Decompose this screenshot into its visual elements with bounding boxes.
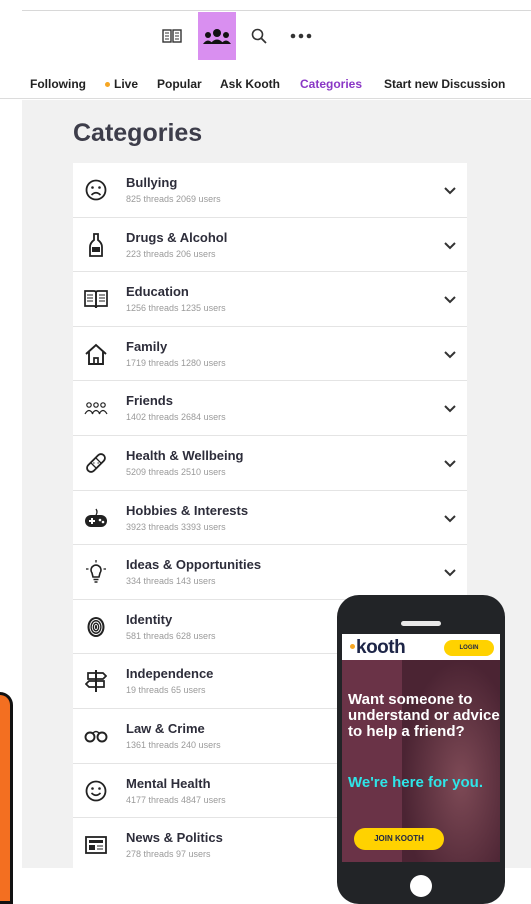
category-stats: 19 threads 65 users	[126, 685, 206, 696]
community-icon	[203, 29, 231, 44]
category-name: Family	[126, 338, 168, 354]
search-button[interactable]	[246, 12, 272, 60]
category-stats: 278 threads 97 users	[126, 849, 211, 860]
ad-header: kooth LOGIN	[342, 634, 500, 660]
category-stats: 5209 threads 2510 users	[126, 466, 226, 477]
category-name: Bullying	[126, 175, 178, 190]
newspaper-icon	[83, 832, 109, 858]
fingerprint-icon	[83, 614, 109, 640]
kooth-phone-ad[interactable]: kooth LOGIN Want someone to understand o…	[337, 595, 505, 904]
sad-face-icon	[83, 177, 109, 203]
category-row-drugs-alcohol[interactable]: Drugs & Alcohol 223 threads 206 users	[73, 218, 467, 273]
category-name: News & Politics	[126, 830, 223, 846]
live-indicator-icon	[105, 82, 110, 87]
bandage-icon	[83, 450, 109, 476]
category-stats: 1719 threads 1280 users	[126, 357, 226, 368]
ad-headline: Want someone to understand or advice to …	[348, 691, 500, 740]
category-row-hobbies-interests[interactable]: Hobbies & Interests 3923 threads 3393 us…	[73, 491, 467, 546]
smile-icon	[83, 778, 109, 804]
join-kooth-button[interactable]: JOIN KOOTH	[354, 828, 444, 850]
nav-live[interactable]: Live	[114, 77, 138, 91]
nav-ask-kooth[interactable]: Ask Kooth	[220, 77, 280, 91]
chevron-down-icon[interactable]	[443, 565, 457, 579]
category-row-health-wellbeing[interactable]: Health & Wellbeing 5209 threads 2510 use…	[73, 436, 467, 491]
promo-banner-edge	[0, 692, 13, 904]
more-icon	[290, 33, 312, 39]
category-name: Law & Crime	[126, 720, 205, 736]
category-row-bullying[interactable]: Bullying 825 threads 2069 users	[73, 163, 467, 218]
phone-speaker	[401, 621, 441, 626]
gamepad-icon	[83, 505, 109, 531]
category-name: Ideas & Opportunities	[126, 557, 262, 573]
category-row-education[interactable]: Education 1256 threads 1235 users	[73, 272, 467, 327]
category-name: Education	[126, 284, 189, 300]
category-name: Friends	[126, 393, 173, 409]
category-name: Identity	[126, 611, 173, 627]
category-name: Mental Health	[126, 775, 211, 791]
category-name: Drugs & Alcohol	[126, 229, 228, 245]
category-stats: 334 threads 143 users	[126, 576, 216, 587]
category-row-friends[interactable]: Friends 1402 threads 2684 users	[73, 381, 467, 436]
phone-home-button	[410, 875, 432, 897]
category-stats: 581 threads 628 users	[126, 630, 216, 641]
search-icon	[251, 28, 267, 44]
nav-popular[interactable]: Popular	[157, 77, 202, 91]
category-stats: 1256 threads 1235 users	[126, 303, 226, 314]
category-stats: 825 threads 2069 users	[126, 194, 221, 204]
login-button[interactable]: LOGIN	[444, 640, 494, 656]
category-name: Hobbies & Interests	[126, 502, 249, 518]
chevron-down-icon[interactable]	[443, 511, 457, 525]
nav-categories[interactable]: Categories	[300, 77, 362, 91]
chevron-down-icon[interactable]	[443, 238, 457, 252]
section-nav: Following Live Popular Ask Kooth Categor…	[0, 69, 531, 99]
category-row-family[interactable]: Family 1719 threads 1280 users	[73, 327, 467, 382]
nav-start-new-discussion[interactable]: Start new Discussion	[384, 77, 505, 91]
handcuffs-icon	[83, 723, 109, 749]
category-stats: 3923 threads 3393 users	[126, 521, 226, 532]
community-button[interactable]	[198, 12, 236, 60]
bottle-icon	[83, 232, 109, 258]
ad-subline: We're here for you.	[348, 774, 483, 791]
category-name: Independence	[126, 666, 214, 682]
book-icon	[83, 286, 109, 312]
lightbulb-icon	[83, 559, 109, 585]
category-stats: 223 threads 206 users	[126, 248, 216, 259]
house-icon	[83, 341, 109, 367]
chevron-down-icon[interactable]	[443, 401, 457, 415]
page-title: Categories	[73, 119, 203, 147]
top-divider	[22, 10, 531, 11]
category-name: Health & Wellbeing	[126, 447, 244, 463]
category-row-ideas-opportunities[interactable]: Ideas & Opportunities 334 threads 143 us…	[73, 545, 467, 600]
chevron-down-icon[interactable]	[443, 347, 457, 361]
category-stats: 1361 threads 240 users	[126, 739, 221, 750]
kooth-dot-icon	[350, 644, 355, 649]
reader-button[interactable]	[155, 12, 189, 60]
signpost-icon	[83, 668, 109, 694]
nav-following[interactable]: Following	[30, 77, 86, 91]
reader-icon	[162, 29, 182, 43]
icon-toolbar	[0, 12, 531, 60]
chevron-down-icon[interactable]	[443, 456, 457, 470]
friends-icon	[83, 395, 109, 421]
phone-screen: kooth LOGIN Want someone to understand o…	[342, 634, 500, 862]
category-stats: 4177 threads 4847 users	[126, 794, 226, 805]
more-button[interactable]	[284, 12, 318, 60]
chevron-down-icon[interactable]	[443, 183, 457, 197]
category-stats: 1402 threads 2684 users	[126, 412, 226, 423]
kooth-logo: kooth	[356, 637, 406, 658]
chevron-down-icon[interactable]	[443, 292, 457, 306]
